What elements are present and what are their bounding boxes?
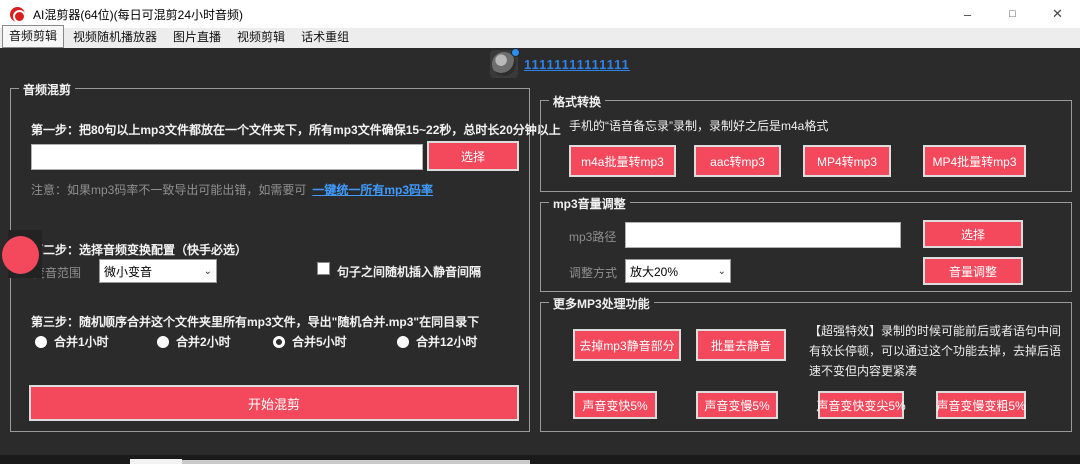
username-link[interactable]: 11111111111111 <box>524 57 630 72</box>
tab-bar: 音频剪辑 视频随机播放器 图片直播 视频剪辑 话术重组 <box>0 25 1080 48</box>
mp3-path-input[interactable] <box>625 222 901 248</box>
tab-video-random-player[interactable]: 视频随机播放器 <box>66 26 164 48</box>
mp3-path-select-button[interactable]: 选择 <box>923 220 1023 248</box>
start-mix-button[interactable]: 开始混剪 <box>29 385 519 421</box>
title-bar: AI混剪器(64位)(每日可混剪24小时音频) – □ ✕ <box>0 0 1080 28</box>
radio-merge-1h[interactable]: 合并1小时 <box>35 333 109 350</box>
user-bar: 11111111111111 <box>490 48 630 78</box>
mp3-path-label: mp3路径 <box>569 230 617 244</box>
format-convert-group-title: 格式转换 <box>549 93 606 110</box>
client-area: 11111111111111 音频混剪 第一步：把80句以上mp3文件都放在一个… <box>0 48 1080 455</box>
step2-title: 第二步：选择音频变换配置（快手必选） <box>31 243 248 257</box>
tab-audio-edit[interactable]: 音频剪辑 <box>2 25 65 48</box>
folder-select-button[interactable]: 选择 <box>427 141 519 171</box>
super-effect-tip: 【超强特效】录制的时候可能前后或者语句中间有较长停顿，可以通过这个功能去掉，去掉… <box>809 324 1062 378</box>
radio-merge-5h[interactable]: 合并5小时 <box>273 333 347 350</box>
mp3-folder-input[interactable] <box>31 144 423 170</box>
tab-image-live[interactable]: 图片直播 <box>166 26 228 48</box>
mp4-to-mp3-button[interactable]: MP4转mp3 <box>803 145 891 177</box>
chevron-down-icon: ⌄ <box>203 265 212 277</box>
radio-icon <box>157 335 169 348</box>
unify-bitrate-link[interactable]: 一键统一所有mp3码率 <box>312 183 433 197</box>
silence-gap-label: 句子之间随机插入静音间隔 <box>337 265 482 279</box>
batch-remove-silence-button[interactable]: 批量去静音 <box>696 329 786 361</box>
bitrate-note: 注意：如果mp3码率不一致导出可能出错，如需要可 一键统一所有mp3码率 <box>31 181 433 198</box>
step3-title: 第三步：随机顺序合并这个文件夹里所有mp3文件，导出"随机合并.mp3"在同目录… <box>31 315 480 329</box>
voice-range-value: 微小变音 <box>104 264 153 279</box>
silence-gap-checkbox[interactable] <box>317 262 330 275</box>
app-window: AI混剪器(64位)(每日可混剪24小时音频) – □ ✕ 音频剪辑 视频随机播… <box>0 0 1080 464</box>
voice-range-select[interactable]: 微小变音 ⌄ <box>99 259 217 283</box>
maximize-button[interactable]: □ <box>990 0 1035 28</box>
background-window-sliver <box>130 459 182 464</box>
radio-merge-12h[interactable]: 合并12小时 <box>397 333 477 350</box>
more-mp3-tools-group-title: 更多MP3处理功能 <box>549 295 654 312</box>
volume-adjust-button[interactable]: 音量调整 <box>923 257 1023 285</box>
remove-silence-button[interactable]: 去掉mp3静音部分 <box>573 329 681 361</box>
close-button[interactable]: ✕ <box>1035 0 1080 28</box>
audio-mix-group: 音频混剪 第一步：把80句以上mp3文件都放在一个文件夹下，所有mp3文件确保1… <box>10 81 561 432</box>
floating-red-dot <box>2 236 39 274</box>
app-logo-icon <box>10 6 26 23</box>
radio-selected-icon <box>273 335 285 348</box>
minimize-button[interactable]: – <box>945 0 990 28</box>
slow-down-5-button[interactable]: 声音变慢5% <box>696 391 778 419</box>
radio-icon <box>397 335 409 348</box>
adjust-mode-label: 调整方式 <box>569 266 618 280</box>
step1-title: 第一步：把80句以上mp3文件都放在一个文件夹下，所有mp3文件确保15~22秒… <box>31 123 561 137</box>
speed-up-5-button[interactable]: 声音变快5% <box>573 391 657 419</box>
format-convert-group: 格式转换 手机的“语音备忘录”录制，录制好之后是m4a格式 m4a批量转mp3 … <box>540 93 1072 192</box>
bitrate-note-text: 注意：如果mp3码率不一致导出可能出错，如需要可 <box>31 183 307 197</box>
window-title: AI混剪器(64位)(每日可混剪24小时音频) <box>33 7 244 22</box>
radio-merge-2h[interactable]: 合并2小时 <box>157 333 231 350</box>
tab-script-remix[interactable]: 话术重组 <box>294 26 356 48</box>
adjust-mode-select[interactable]: 放大20% ⌄ <box>625 259 731 283</box>
background-window-strip <box>0 455 1080 464</box>
adjust-mode-value: 放大20% <box>630 264 679 279</box>
slower-deeper-5-button[interactable]: 声音变慢变粗5% <box>936 391 1026 419</box>
aac-to-mp3-button[interactable]: aac转mp3 <box>694 145 781 177</box>
radio-icon <box>35 335 47 348</box>
tab-video-edit[interactable]: 视频剪辑 <box>230 26 292 48</box>
more-mp3-tools-group: 更多MP3处理功能 去掉mp3静音部分 批量去静音 【超强特效】录制的时候可能前… <box>540 295 1072 432</box>
window-controls: – □ ✕ <box>945 0 1080 28</box>
faster-higher-5-button[interactable]: 声音变快变尖5% <box>816 391 906 419</box>
format-convert-desc: 手机的“语音备忘录”录制，录制好之后是m4a格式 <box>569 119 829 133</box>
mp4-batch-to-mp3-button[interactable]: MP4批量转mp3 <box>923 145 1026 177</box>
volume-adjust-group: mp3音量调整 mp3路径 选择 调整方式 放大20% ⌄ 音量调整 <box>540 195 1072 292</box>
user-avatar[interactable] <box>490 48 520 78</box>
chevron-down-icon: ⌄ <box>717 265 726 277</box>
avatar-badge-icon <box>511 48 520 57</box>
audio-mix-group-title: 音频混剪 <box>19 81 76 98</box>
m4a-batch-to-mp3-button[interactable]: m4a批量转mp3 <box>569 145 676 177</box>
background-taskbar-sliver <box>130 460 530 464</box>
volume-adjust-group-title: mp3音量调整 <box>549 195 630 212</box>
